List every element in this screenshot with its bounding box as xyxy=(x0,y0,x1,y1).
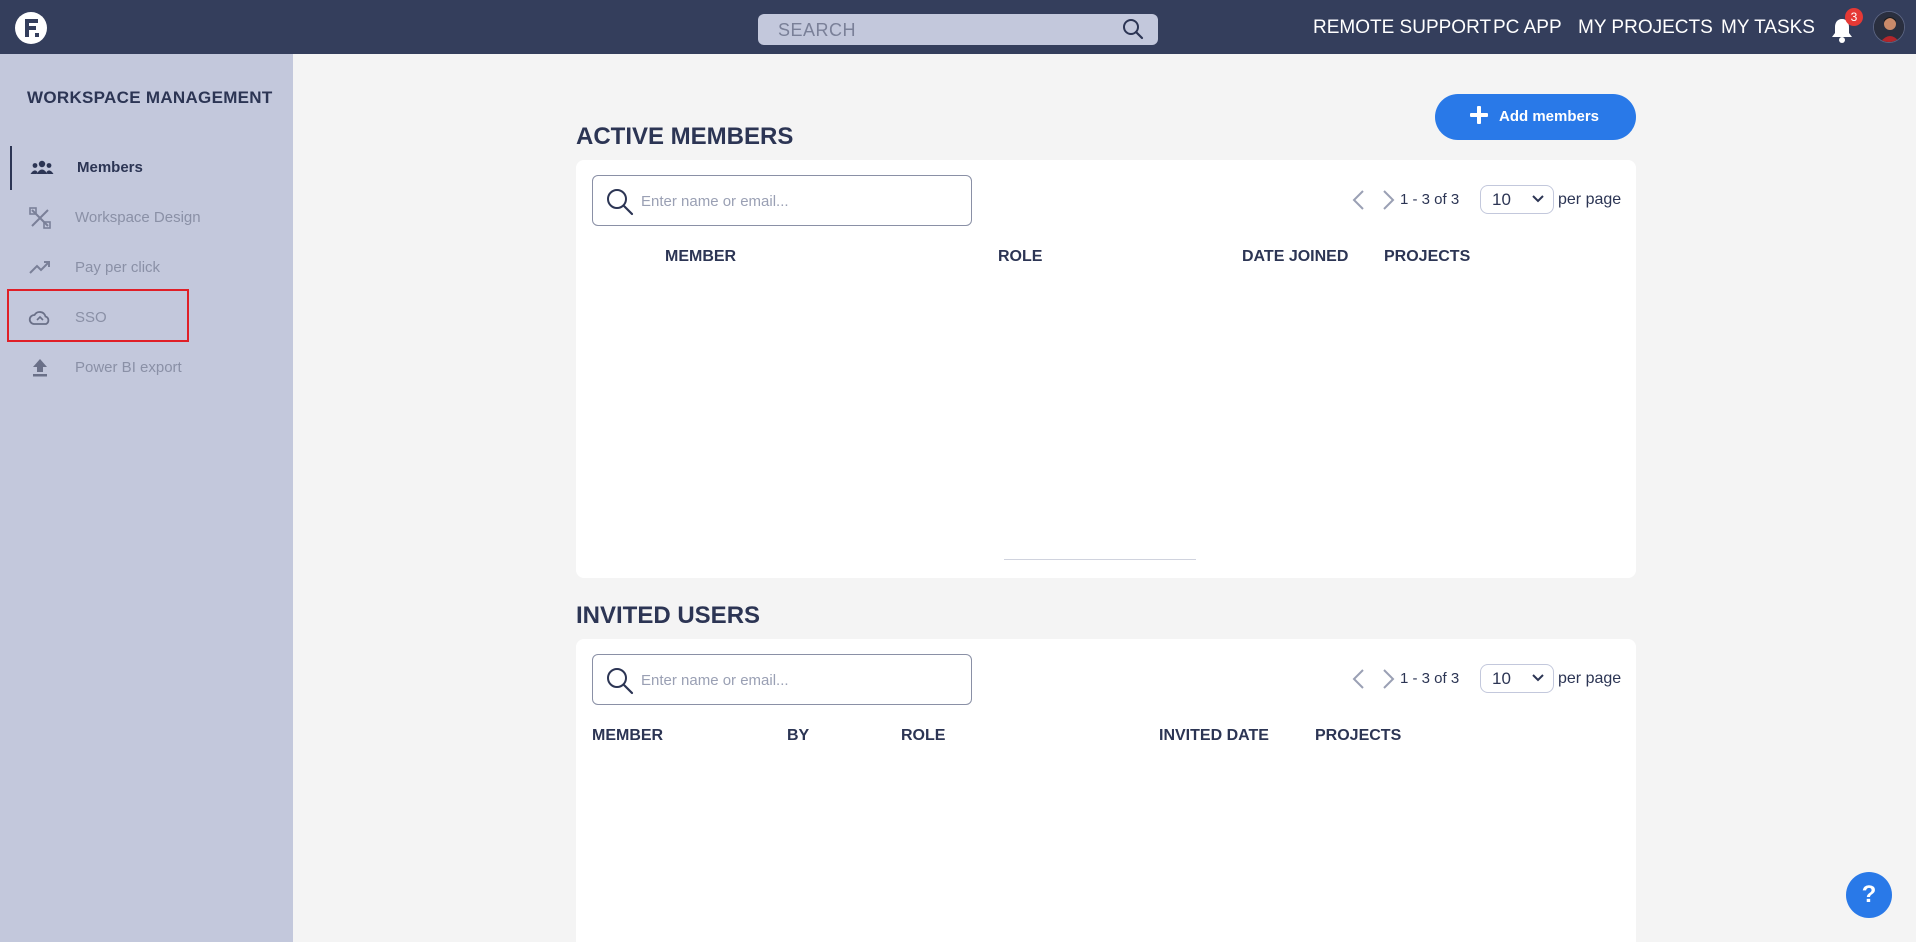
column-header-member[interactable]: MEMBER xyxy=(592,727,663,745)
column-header-role[interactable]: ROLE xyxy=(901,727,945,745)
pagination-range: 1 - 3 of 3 xyxy=(1400,191,1460,208)
sidebar-item-label: Workspace Design xyxy=(75,209,201,226)
search-icon xyxy=(607,668,634,695)
sidebar-item-label: Power BI export xyxy=(75,359,182,376)
pagination-range: 1 - 3 of 3 xyxy=(1400,670,1460,687)
invited-users-search[interactable] xyxy=(592,654,972,705)
trending-up-icon xyxy=(29,261,50,274)
global-search-placeholder: SEARCH xyxy=(778,20,857,40)
column-header-projects[interactable]: PROJECTS xyxy=(1315,727,1401,745)
column-header-role[interactable]: ROLE xyxy=(998,248,1042,266)
search-icon xyxy=(607,189,634,216)
active-members-card: 1 - 3 of 3 10 per page MEMBER ROLE DATE … xyxy=(576,160,1636,578)
workspace-sidebar: WORKSPACE MANAGEMENT Members Workspace D… xyxy=(0,54,293,942)
sidebar-item-label: Members xyxy=(77,159,143,176)
chevron-down-icon xyxy=(1532,674,1544,682)
nav-pc-app[interactable]: PC APP xyxy=(1493,17,1562,39)
column-header-projects[interactable]: PROJECTS xyxy=(1384,248,1470,266)
nav-remote-support[interactable]: REMOTE SUPPORT xyxy=(1313,17,1491,39)
column-header-by[interactable]: BY xyxy=(787,727,809,745)
user-avatar[interactable] xyxy=(1873,11,1905,43)
upload-icon xyxy=(33,359,47,377)
invited-users-card: 1 - 3 of 3 10 per page MEMBER BY ROLE IN… xyxy=(576,639,1636,942)
per-page-value: 10 xyxy=(1492,669,1511,688)
members-icon xyxy=(30,160,54,174)
app-logo-icon[interactable] xyxy=(14,11,48,45)
sidebar-item-pay-per-click[interactable]: Pay per click xyxy=(10,246,280,290)
design-tools-icon xyxy=(29,207,51,229)
nav-my-tasks[interactable]: MY TASKS xyxy=(1721,17,1815,39)
notification-count-badge: 3 xyxy=(1845,8,1863,26)
invited-users-title: INVITED USERS xyxy=(576,602,761,629)
search-icon[interactable] xyxy=(1122,18,1144,40)
column-header-invited-date[interactable]: INVITED DATE xyxy=(1159,727,1269,745)
sidebar-item-label: Pay per click xyxy=(75,259,161,276)
global-search-bar[interactable]: SEARCH xyxy=(758,14,1158,45)
sidebar-item-power-bi-export[interactable]: Power BI export xyxy=(10,346,280,390)
add-members-button[interactable]: Add members xyxy=(1435,94,1636,140)
sso-highlight-box xyxy=(7,289,189,342)
sidebar-item-workspace-design[interactable]: Workspace Design xyxy=(10,196,280,240)
per-page-value: 10 xyxy=(1492,190,1511,209)
active-members-title: ACTIVE MEMBERS xyxy=(576,123,794,150)
top-navigation-bar: SEARCH REMOTE SUPPORT PC APP MY PROJECTS… xyxy=(0,0,1916,54)
active-members-search[interactable] xyxy=(592,175,972,226)
invited-users-search-input[interactable] xyxy=(641,668,951,692)
active-members-search-input[interactable] xyxy=(641,189,951,213)
help-button[interactable]: ? xyxy=(1846,872,1892,918)
chevron-down-icon xyxy=(1532,195,1544,203)
sidebar-item-members[interactable]: Members xyxy=(10,146,280,190)
nav-my-projects[interactable]: MY PROJECTS xyxy=(1578,17,1713,39)
horizontal-scrollbar[interactable] xyxy=(1004,559,1196,560)
per-page-select[interactable]: 10 xyxy=(1480,185,1554,214)
column-header-date-joined[interactable]: DATE JOINED xyxy=(1242,248,1348,266)
pager-next-icon[interactable] xyxy=(1379,667,1397,691)
column-header-member[interactable]: MEMBER xyxy=(665,248,736,266)
plus-icon xyxy=(1470,106,1488,124)
sidebar-title: WORKSPACE MANAGEMENT xyxy=(27,88,273,107)
pager-prev-icon[interactable] xyxy=(1350,188,1368,212)
per-page-label: per page xyxy=(1558,191,1622,208)
per-page-select[interactable]: 10 xyxy=(1480,664,1554,693)
add-members-label: Add members xyxy=(1499,108,1600,125)
pager-prev-icon[interactable] xyxy=(1350,667,1368,691)
user-avatar-icon xyxy=(1874,12,1904,42)
pager-next-icon[interactable] xyxy=(1379,188,1397,212)
per-page-label: per page xyxy=(1558,670,1622,687)
